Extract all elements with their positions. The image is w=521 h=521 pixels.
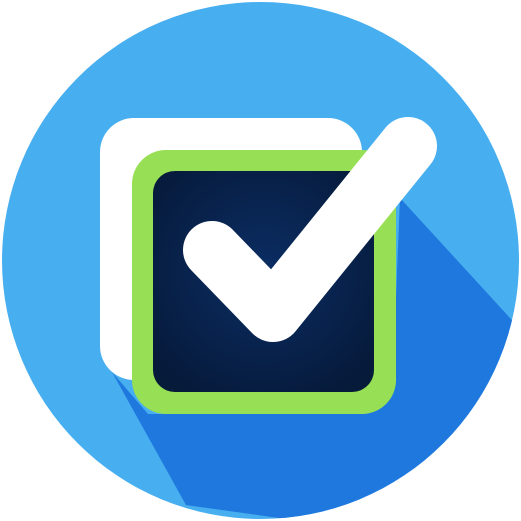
checkbox-checked-icon — [2, 2, 519, 519]
checkbox-icon-canvas — [0, 0, 521, 521]
